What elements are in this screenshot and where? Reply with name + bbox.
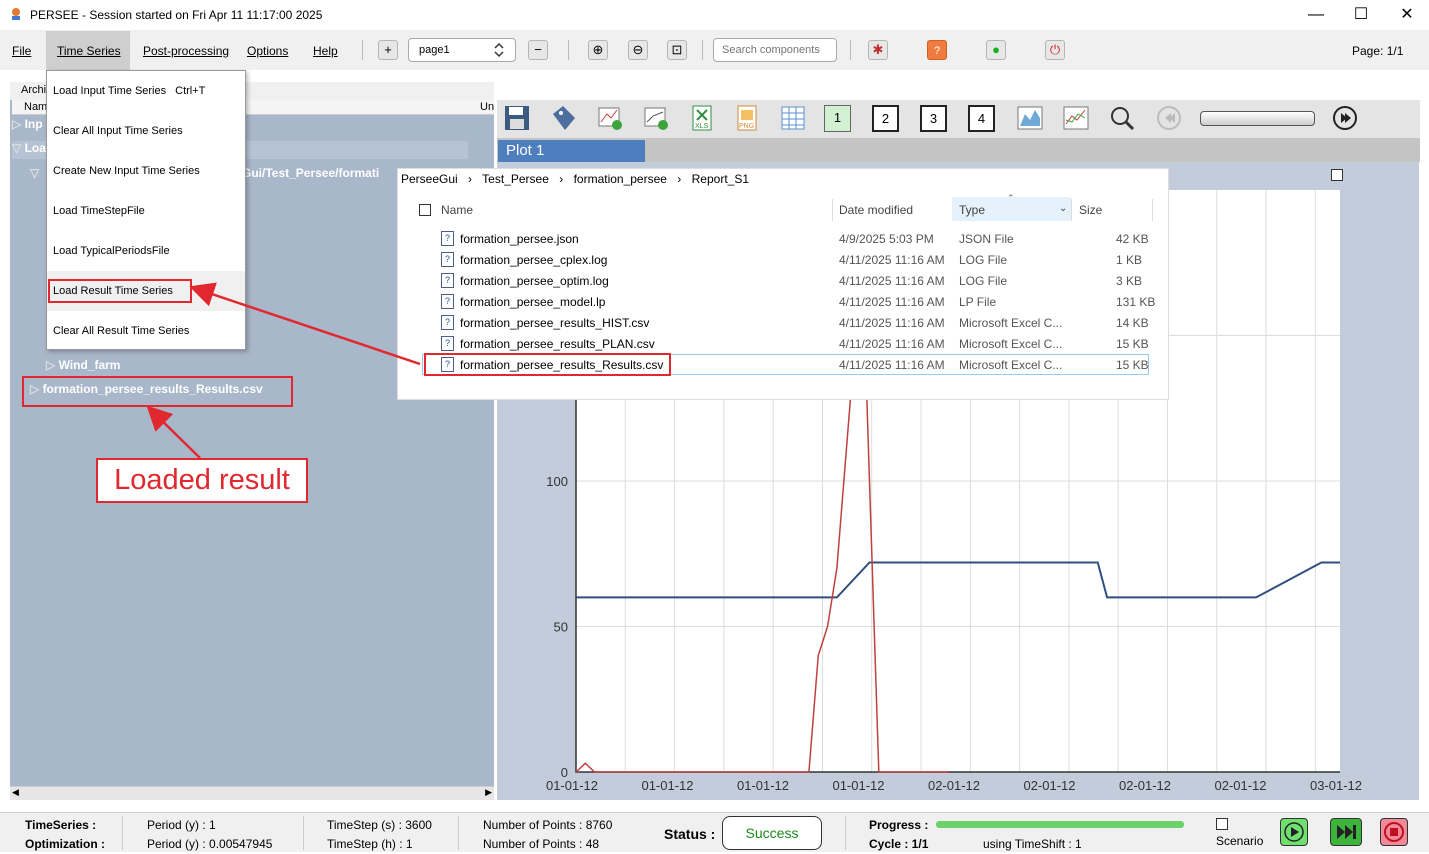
- timestep-seconds: TimeStep (s) : 3600: [327, 818, 432, 832]
- progress-bar: [936, 821, 1184, 828]
- period-y-ts: Period (y) : 1: [147, 818, 216, 832]
- cycle-label: Cycle : 1/1: [869, 837, 929, 851]
- scenario-checkbox[interactable]: [1216, 818, 1228, 830]
- arrow-to-tree: [146, 405, 201, 459]
- timeseries-label: TimeSeries :: [25, 818, 97, 832]
- divider: [845, 816, 846, 850]
- timeshift-label: using TimeShift : 1: [983, 837, 1082, 851]
- scenario-label: Scenario: [1216, 834, 1264, 848]
- stop-button[interactable]: [1380, 818, 1408, 846]
- status-badge: Success: [722, 816, 822, 850]
- arrow-to-menu: [189, 282, 421, 366]
- run-all-button[interactable]: [1330, 818, 1362, 846]
- fast-forward-icon: [1337, 825, 1356, 839]
- stop-icon: [1384, 822, 1404, 842]
- play-icon: [1284, 822, 1304, 842]
- progress-label: Progress :: [869, 818, 929, 832]
- period-y-opt: Period (y) : 0.00547945: [147, 837, 273, 851]
- status-label: Status :: [664, 826, 716, 842]
- divider: [122, 816, 123, 850]
- timestep-hours: TimeStep (h) : 1: [327, 837, 413, 851]
- number-points-opt: Number of Points : 48: [483, 837, 600, 851]
- divider: [303, 816, 304, 850]
- run-button[interactable]: [1280, 818, 1308, 846]
- number-points-ts: Number of Points : 8760: [483, 818, 613, 832]
- optimization-label: Optimization :: [25, 837, 105, 851]
- divider: [458, 816, 459, 850]
- annotation-arrows: [146, 282, 421, 459]
